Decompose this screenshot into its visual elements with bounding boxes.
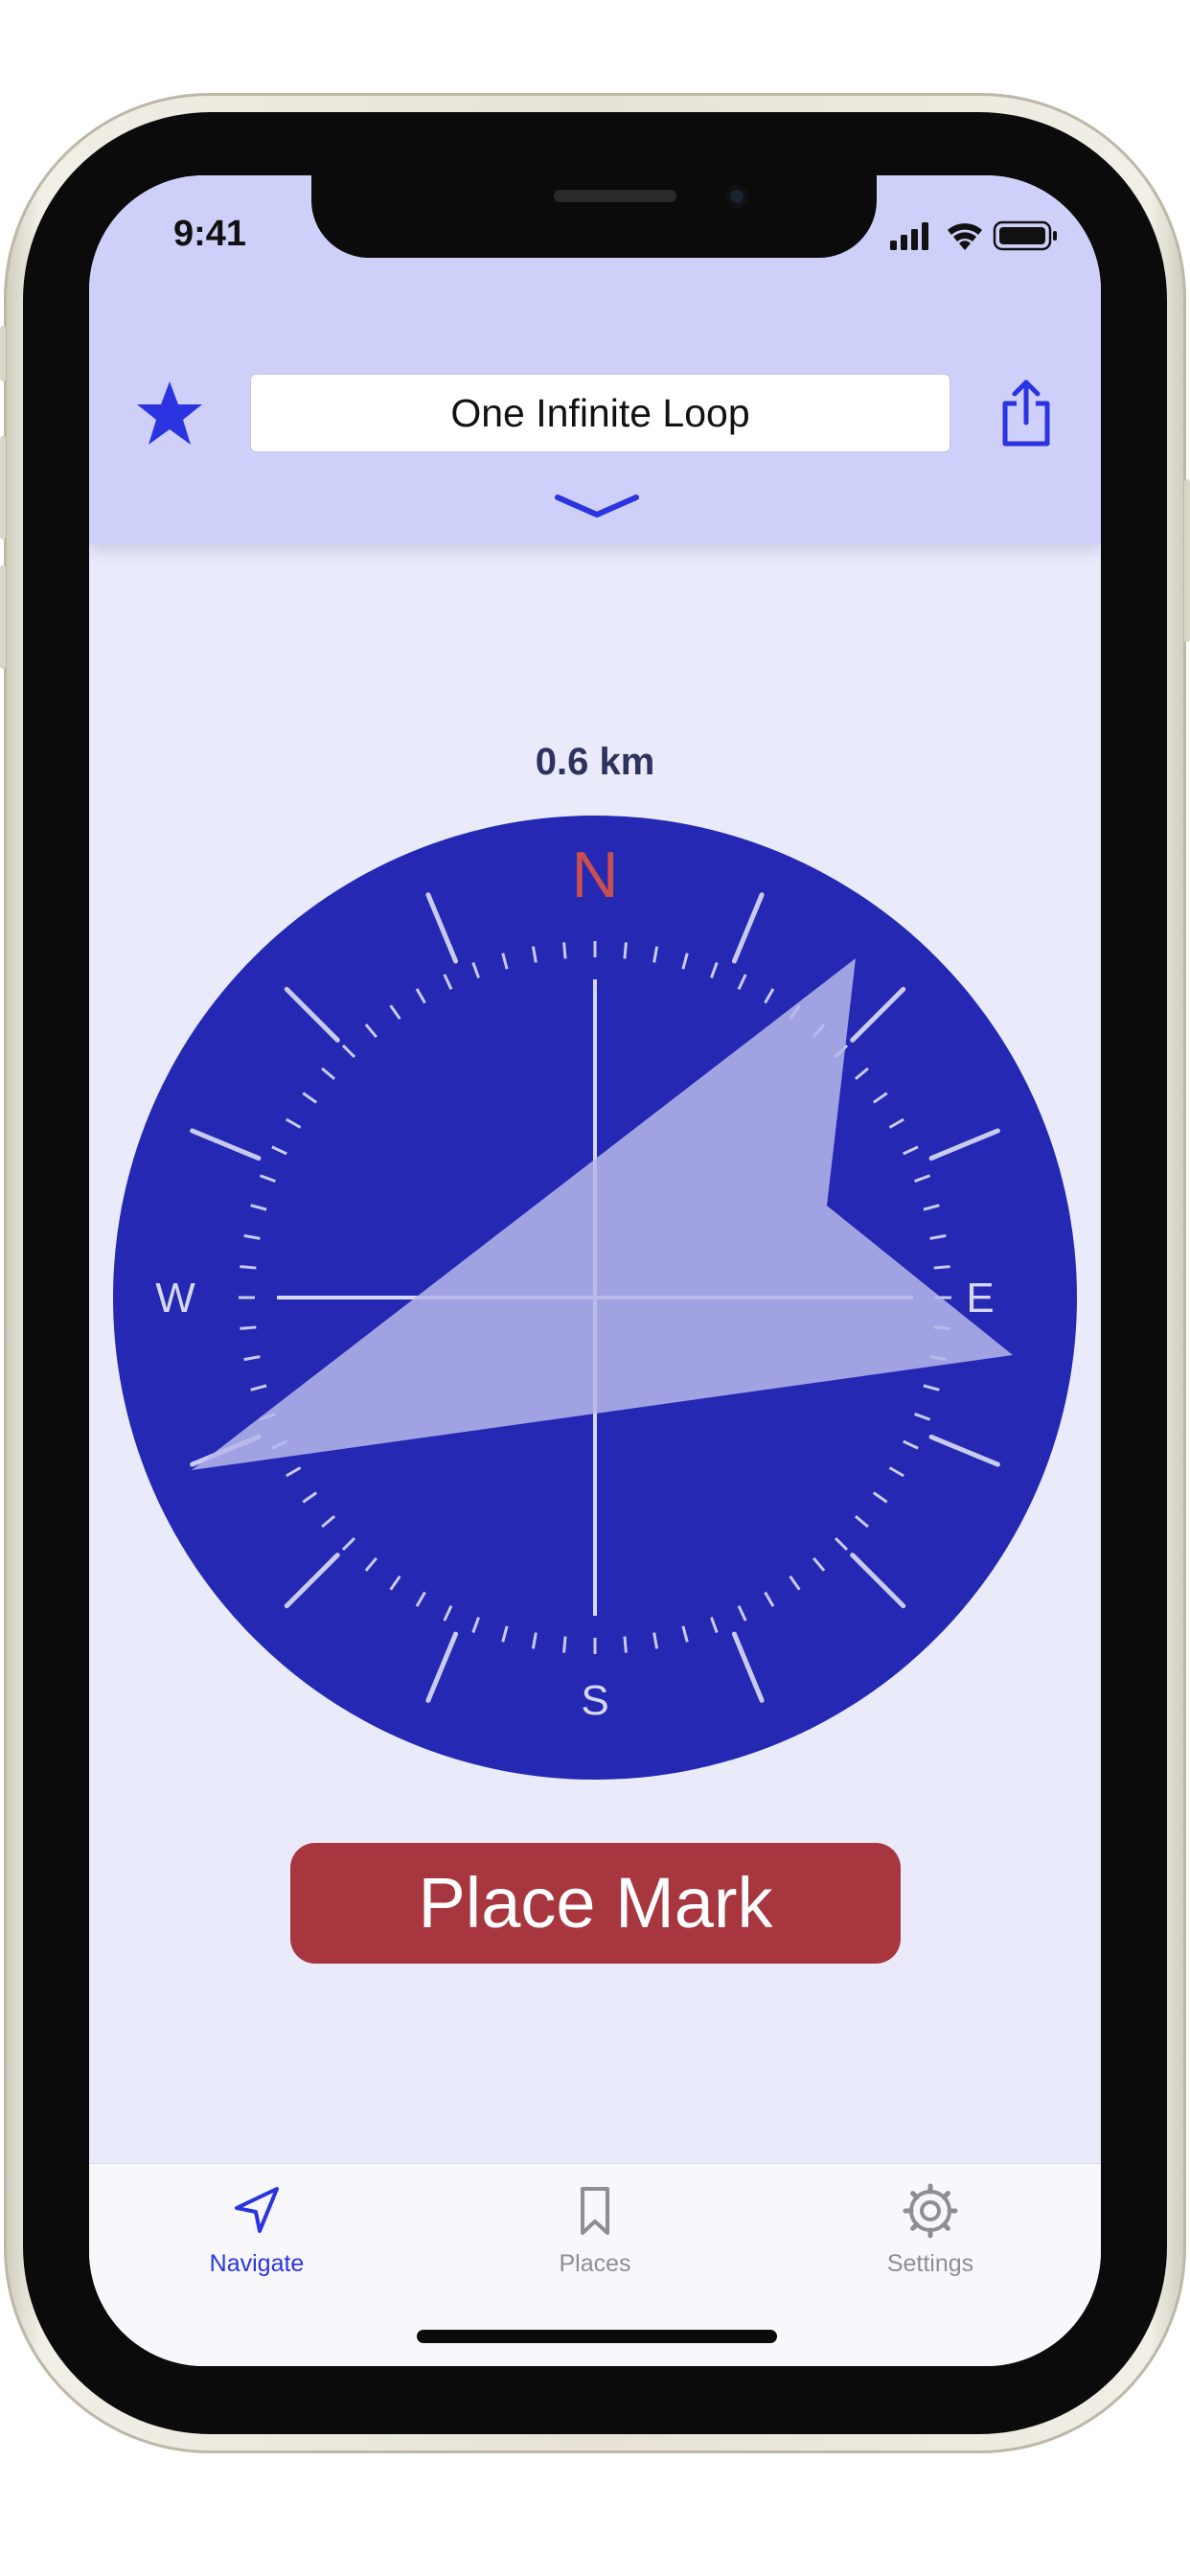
compass-minor-tick — [562, 942, 567, 959]
front-camera — [725, 185, 748, 208]
compass-minor-tick — [240, 1265, 257, 1270]
place-mark-button[interactable]: Place Mark — [290, 1843, 901, 1964]
home-indicator — [417, 2330, 777, 2343]
gear-icon — [903, 2183, 958, 2239]
volume-down-button — [0, 565, 6, 669]
compass-south-label: S — [581, 1677, 608, 1724]
silent-switch — [0, 326, 6, 381]
compass-minor-tick — [562, 1636, 567, 1653]
compass-minor-tick — [933, 1265, 950, 1270]
compass-minor-tick — [623, 942, 628, 959]
app-screen: 9:41 One Infinite Loop 0.6 km N E S W Pl… — [89, 175, 1101, 2366]
compass-east-label: E — [966, 1275, 994, 1322]
compass-north-label: N — [571, 839, 618, 911]
navigate-icon — [235, 2187, 279, 2233]
tab-settings-label: Settings — [886, 2250, 974, 2277]
tab-places-label: Places — [559, 2250, 631, 2277]
favorite-star-icon[interactable] — [135, 380, 204, 447]
power-button — [1184, 479, 1190, 642]
chevron-down-icon[interactable] — [554, 492, 640, 520]
volume-up-button — [0, 436, 6, 540]
speaker — [554, 190, 676, 202]
compass-minor-tick — [240, 1325, 257, 1330]
share-icon[interactable] — [999, 379, 1053, 448]
distance-label: 0.6 km — [535, 741, 655, 783]
compass-minor-tick — [623, 1636, 628, 1653]
signal-wifi-battery-icon — [890, 220, 1057, 251]
tab-navigate-label: Navigate — [209, 2250, 305, 2277]
notch — [311, 175, 877, 258]
address-field[interactable]: One Infinite Loop — [250, 374, 950, 452]
tab-settings[interactable]: Settings — [825, 2181, 1036, 2278]
status-icons — [890, 218, 1063, 256]
compass-west-label: W — [155, 1275, 195, 1322]
tab-places[interactable]: Places — [490, 2181, 700, 2278]
bookmark-icon — [581, 2187, 609, 2235]
compass[interactable]: N E S W — [113, 816, 1077, 1780]
status-time: 9:41 — [173, 214, 247, 254]
tab-navigate[interactable]: Navigate — [151, 2181, 362, 2278]
